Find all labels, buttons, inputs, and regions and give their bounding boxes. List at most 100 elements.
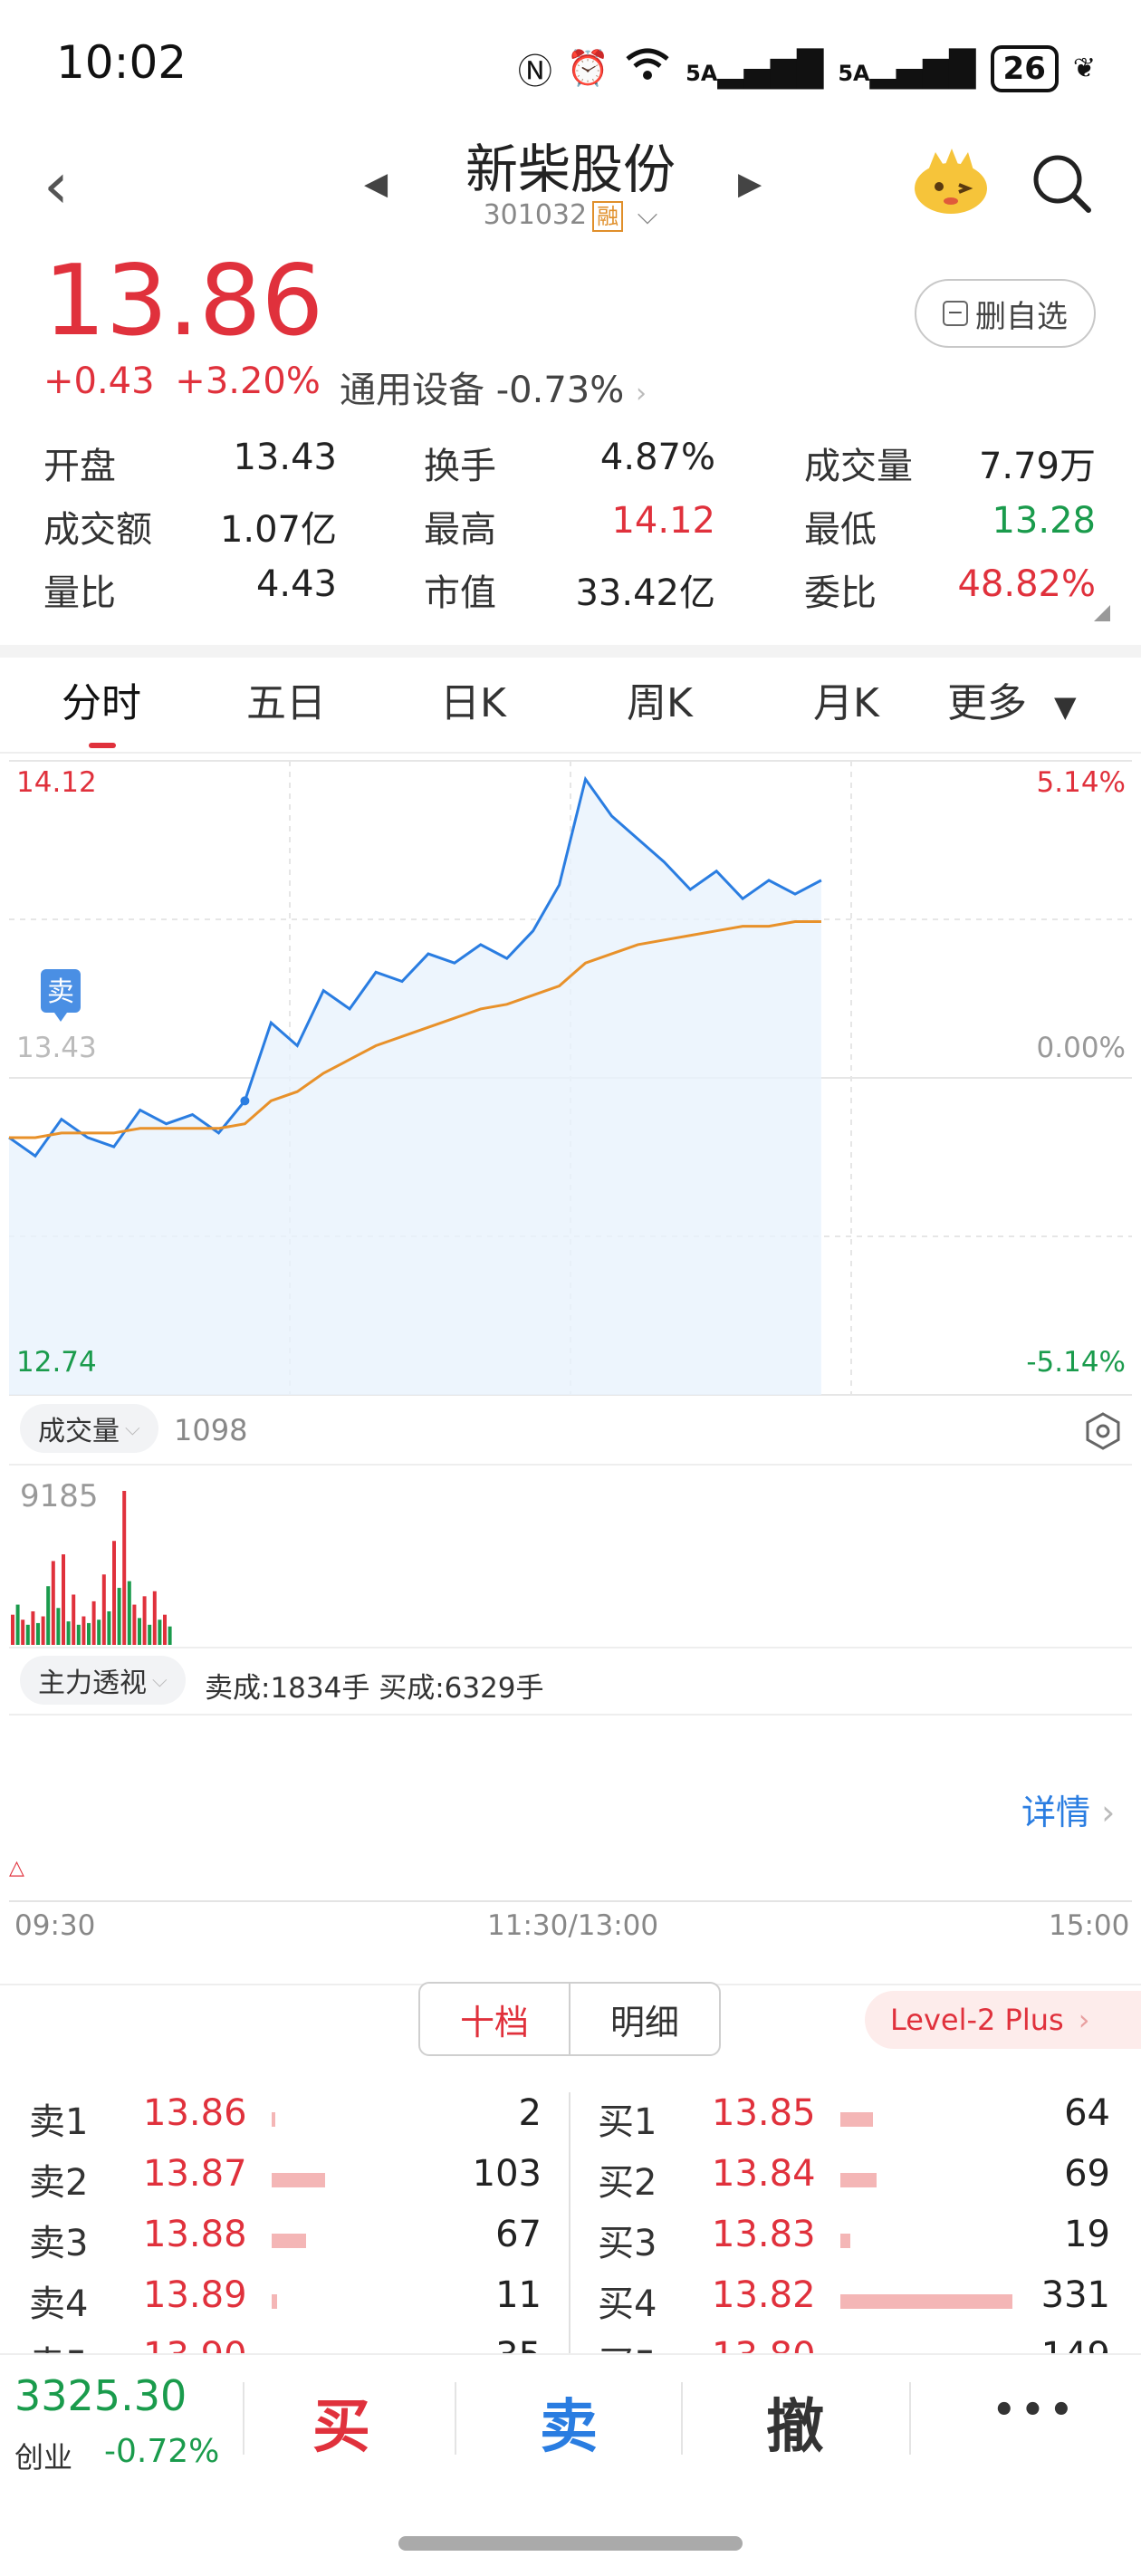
tab-ten-levels[interactable]: 十档 [420, 1984, 570, 2054]
bid-level-row[interactable]: 买4 13.82 331 [598, 2274, 1110, 2329]
margin-badge: 融 [592, 201, 624, 232]
stat-label: 委比 [804, 572, 877, 614]
level-price: 13.85 [712, 2092, 816, 2134]
sell-marker-label: 卖 [47, 976, 74, 1008]
level-volume-bar [272, 2112, 275, 2127]
buy-button[interactable]: 买 [312, 2380, 370, 2464]
ask-level-row[interactable]: 卖4 13.89 11 [29, 2274, 542, 2329]
stat-value: 14.12 [611, 500, 715, 542]
time-label-mid: 11:30/13:00 [487, 1909, 659, 1942]
orderbook-divider [569, 2092, 570, 2355]
index-value[interactable]: 3325.30 [14, 2371, 187, 2420]
ask-level-row[interactable]: 卖3 13.88 67 [29, 2214, 542, 2268]
volume-bar [163, 1614, 167, 1645]
index-name: 创业 [14, 2440, 73, 2475]
bid-level-row[interactable]: 买1 13.85 64 [598, 2092, 1110, 2147]
level-price: 13.84 [712, 2153, 816, 2195]
volume-bar [11, 1614, 14, 1645]
level-price: 13.89 [143, 2274, 247, 2316]
next-stock-icon[interactable]: ▶ [738, 166, 762, 202]
volume-bar [122, 1491, 127, 1645]
settings-hex-icon[interactable] [1083, 1411, 1123, 1451]
level-price: 13.88 [143, 2214, 247, 2255]
sector-link[interactable]: 通用设备 -0.73% › [340, 360, 647, 413]
level2-button[interactable]: Level-2 Plus › [865, 1991, 1141, 2049]
stat-value: 33.42亿 [575, 572, 715, 614]
time-label-open: 09:30 [14, 1909, 96, 1942]
level-volume-bar [272, 2173, 325, 2187]
pct-low-label: -5.14% [1026, 1346, 1126, 1379]
volume-bar [158, 1620, 162, 1645]
level-label: 卖4 [29, 2283, 89, 2325]
stat-value: 13.28 [992, 500, 1096, 542]
volume-selector[interactable]: 成交量 ⌵ [20, 1404, 158, 1453]
tab-more[interactable]: 更多 ▼ [947, 670, 1077, 728]
chart-tabs: 分时 五日 日K 周K 月K 更多 ▼ [0, 670, 1141, 752]
volume-bar [25, 1624, 30, 1645]
stat-label: 最低 [804, 509, 877, 551]
volume-chart [11, 1491, 172, 1645]
section-divider [0, 645, 1141, 658]
leaf-icon: ❦ [1072, 53, 1096, 84]
home-indicator [398, 2536, 743, 2551]
volume-bar [46, 1586, 51, 1645]
level-volume-bar [840, 2112, 874, 2127]
cancel-order-button[interactable]: 撤 [766, 2380, 824, 2464]
level-label: 卖3 [29, 2223, 89, 2264]
volume-bar [15, 1604, 20, 1645]
ask-level-row[interactable]: 卖1 13.86 2 [29, 2092, 542, 2147]
tab-five-day[interactable]: 五日 [246, 670, 326, 728]
volume-bar [138, 1618, 141, 1645]
level-volume-bar [272, 2234, 306, 2248]
level2-label: Level-2 Plus [890, 2003, 1064, 2037]
tab-intraday[interactable]: 分时 [62, 670, 141, 728]
chevron-down-icon[interactable]: ⌵ [638, 199, 658, 231]
money-flow-selector[interactable]: 主力透视 ⌵ [20, 1656, 186, 1705]
stat-label: 最高 [424, 509, 496, 551]
tab-monthly-k[interactable]: 月K [813, 670, 879, 728]
tab-more-label: 更多 [947, 680, 1027, 726]
time-axis-line [9, 1900, 1132, 1902]
index-change: -0.72% [104, 2433, 220, 2470]
volume-bar [76, 1624, 81, 1645]
tab-daily-k[interactable]: 日K [440, 670, 506, 728]
bid-level-row[interactable]: 买2 13.84 69 [598, 2153, 1110, 2207]
intraday-chart[interactable]: 14.12 13.43 12.74 5.14% 0.00% -5.14% 卖 [0, 752, 1141, 1404]
more-menu-button[interactable]: ••• [992, 2389, 1079, 2431]
ask-level-row[interactable]: 卖2 13.87 103 [29, 2153, 542, 2207]
volume-bar [117, 1588, 121, 1645]
battery-icon: 26 [990, 44, 1059, 92]
tab-weekly-k[interactable]: 周K [627, 670, 693, 728]
chevron-down-icon: ⌵ [152, 1668, 168, 1692]
tab-active-indicator [89, 743, 116, 748]
minus-icon: − [943, 301, 968, 326]
sell-marker[interactable]: 卖 [41, 969, 81, 1022]
volume-bar [91, 1600, 96, 1645]
change-value: +0.43 [43, 360, 155, 402]
volume-bar [168, 1626, 172, 1645]
stat-value: 48.82% [957, 563, 1096, 605]
remove-watchlist-button[interactable]: − 删自选 [915, 279, 1096, 348]
volume-bar [132, 1604, 137, 1645]
bar-separator [909, 2382, 911, 2455]
level-label: 买2 [598, 2162, 657, 2204]
marker-triangle-icon: △ [9, 1857, 24, 1879]
mascot-icon[interactable] [910, 145, 992, 217]
level-quantity: 69 [1064, 2153, 1110, 2195]
price-change: +0.43 +3.20% [43, 360, 321, 402]
bid-level-row[interactable]: 买3 13.83 19 [598, 2214, 1110, 2268]
volume-bar [56, 1608, 61, 1645]
volume-bar [152, 1591, 157, 1645]
y-mid-label: 13.43 [16, 1032, 97, 1064]
level-price: 13.86 [143, 2092, 247, 2134]
search-icon[interactable] [1031, 152, 1094, 216]
money-flow-summary: 卖成:1834手 买成:6329手 [205, 1672, 544, 1705]
chevron-right-icon: › [1078, 2003, 1090, 2037]
detail-link[interactable]: 详情 › [1021, 1784, 1115, 1834]
tab-details[interactable]: 明细 [570, 1984, 719, 2054]
chevron-right-icon: › [635, 378, 647, 409]
nfc-icon: Ⓝ [517, 52, 552, 91]
sell-button[interactable]: 卖 [540, 2380, 598, 2464]
volume-bar [127, 1581, 131, 1645]
stat-label: 成交额 [43, 509, 152, 551]
